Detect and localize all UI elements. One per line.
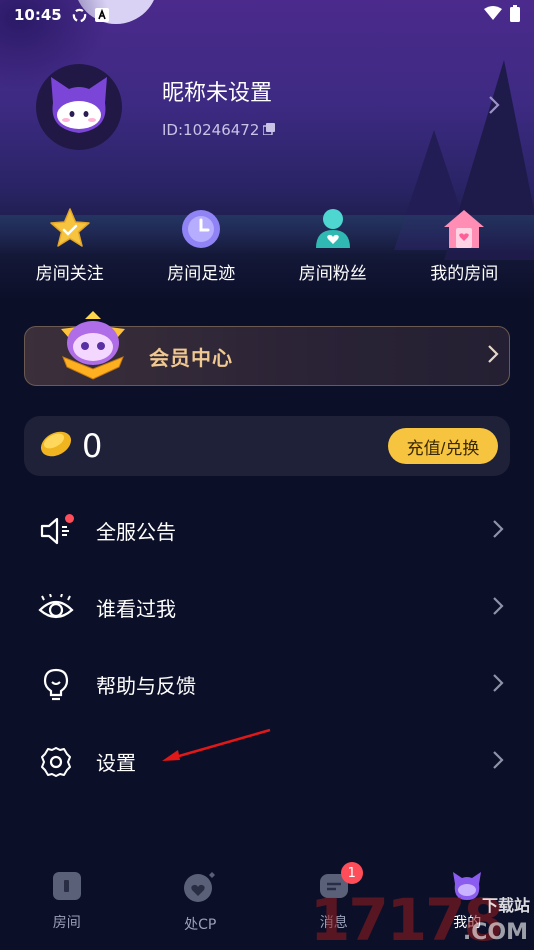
menu-item-visitors[interactable]: 谁看过我 [0,569,534,646]
wallet-card: 0 充值/兑换 [24,416,510,476]
menu-label: 帮助与反馈 [96,674,196,698]
site-watermark: 17178 下载站 .COM [310,890,534,950]
menu-item-help-feedback[interactable]: 帮助与反馈 [0,646,534,723]
quick-actions: 房间关注 房间足迹 房间粉丝 我的房间 [0,205,534,284]
vip-badge-icon [55,309,131,385]
chevron-right-icon [492,673,504,697]
watermark-domain: .COM [462,920,528,945]
wifi-icon [484,6,502,24]
quick-item-room-history[interactable]: 房间足迹 [146,205,256,284]
tab-cp[interactable]: 处CP [145,860,255,950]
tab-rooms[interactable]: 房间 [12,860,122,950]
avatar[interactable] [36,64,122,150]
quick-label: 房间关注 [35,264,104,284]
room-tab-icon [51,870,83,906]
quick-item-room-follow[interactable]: 房间关注 [15,205,125,284]
quick-label: 我的房间 [430,264,499,284]
chevron-right-icon [492,519,504,543]
menu-label: 设置 [96,751,136,775]
user-id: ID:10246472 [162,121,260,139]
quick-label: 房间粉丝 [298,264,367,284]
star-icon [46,205,94,253]
tab-label: 处CP [184,917,217,933]
app-notification-icon [95,8,110,23]
profile-header[interactable]: 昵称未设置 ID:10246472 [36,64,506,150]
tab-label: 房间 [52,915,81,931]
nickname: 昵称未设置 [162,81,273,106]
clock-icon [177,205,225,253]
announcement-icon [38,513,74,549]
cp-tab-icon [182,870,218,908]
sync-icon [72,8,87,23]
status-bar: 10:45 [0,0,534,30]
house-icon [440,205,488,253]
message-count-badge: 1 [340,862,363,884]
chevron-right-icon [487,344,499,368]
chevron-right-icon [492,596,504,620]
lightbulb-icon [38,667,74,703]
chevron-right-icon [488,95,500,119]
vip-center-banner[interactable]: 会员中心 [24,311,510,386]
coin-icon [38,429,74,463]
unread-dot [65,513,74,523]
chevron-right-icon [492,750,504,774]
eye-icon [38,590,74,626]
status-time: 10:45 [14,6,62,24]
copy-icon[interactable] [262,121,276,139]
annotation-arrow-icon [160,728,272,764]
quick-item-my-room[interactable]: 我的房间 [409,205,519,284]
gear-icon [38,744,74,780]
quick-item-room-fans[interactable]: 房间粉丝 [278,205,388,284]
watermark-top-text: 下载站 [481,896,530,915]
quick-label: 房间足迹 [167,264,236,284]
battery-icon [510,4,520,26]
coin-balance: 0 [82,427,103,465]
menu-item-announcement[interactable]: 全服公告 [0,492,534,569]
recharge-button[interactable]: 充值/兑换 [388,428,498,464]
menu-label: 谁看过我 [96,597,176,621]
vip-center-label: 会员中心 [149,345,233,370]
fans-icon [309,205,357,253]
menu-label: 全服公告 [96,520,176,544]
